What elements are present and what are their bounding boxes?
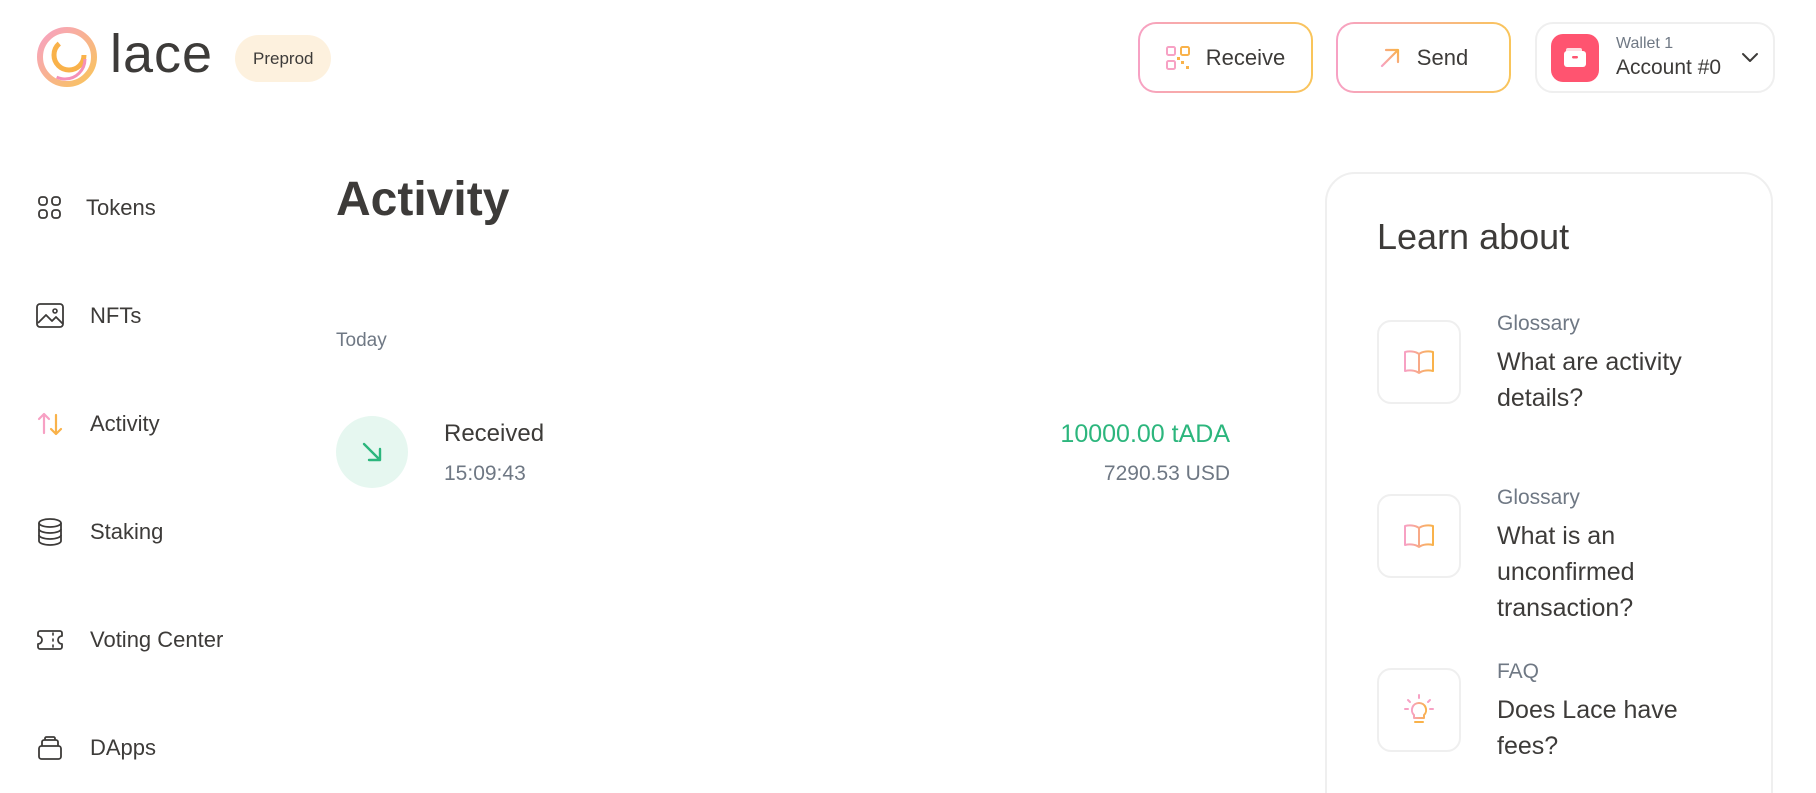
sidebar-item-label: Tokens <box>86 195 156 220</box>
transaction-time: 15:09:43 <box>444 462 526 485</box>
transaction-amount: 10000.00 tADA <box>1060 420 1230 448</box>
wallet-avatar <box>1551 33 1599 82</box>
sidebar-item-label: Staking <box>90 519 164 544</box>
transaction-row[interactable]: Received 15:09:43 10000.00 tADA 7290.53 … <box>336 416 1230 490</box>
learn-item-question: What is an unconfirmed transaction? <box>1497 522 1635 622</box>
learn-item-question: What are activity details? <box>1497 348 1682 412</box>
sidebar-item-activity[interactable]: Activity <box>36 404 160 444</box>
sidebar-item-label: Activity <box>90 411 160 436</box>
sidebar-item-nfts[interactable]: NFTs <box>36 296 141 336</box>
sidebar-item-dapps[interactable]: DApps <box>36 728 156 768</box>
ticket-icon <box>36 626 64 654</box>
receive-label: Receive <box>1205 44 1286 70</box>
wallet-selector[interactable]: Wallet 1 Account #0 <box>1535 22 1775 93</box>
database-icon <box>36 518 64 546</box>
learn-item-category: FAQ <box>1497 660 1540 683</box>
page-title: Activity <box>336 173 510 226</box>
lace-logo-icon <box>37 27 97 87</box>
sidebar-item-voting-center[interactable]: Voting Center <box>36 620 223 660</box>
wallet-icon <box>1564 47 1586 67</box>
sidebar-item-label: DApps <box>90 735 157 760</box>
chevron-down-icon[interactable] <box>1741 50 1759 64</box>
header: lace Preprod Receive Send Wallet 1 Accou… <box>0 0 1816 120</box>
app-name: lace <box>110 24 214 84</box>
lightbulb-icon <box>1377 668 1461 752</box>
book-icon <box>1377 320 1461 404</box>
stack-icon <box>36 734 64 762</box>
learn-item-category: Glossary <box>1497 486 1580 509</box>
sidebar-item-tokens[interactable]: Tokens <box>36 188 156 228</box>
date-group-label: Today <box>336 330 387 351</box>
sidebar-item-label: NFTs <box>90 303 142 328</box>
transaction-fiat-value: 7290.53 USD <box>1103 462 1230 485</box>
sidebar-item-staking[interactable]: Staking <box>36 512 163 552</box>
book-icon <box>1377 494 1461 578</box>
sidebar-item-label: Voting Center <box>90 627 224 652</box>
qr-code-icon <box>1165 45 1190 70</box>
receive-button[interactable]: Receive <box>1138 22 1313 93</box>
learn-item-category: Glossary <box>1497 312 1580 335</box>
send-button[interactable]: Send <box>1336 22 1511 93</box>
network-badge: Preprod <box>235 35 332 82</box>
image-icon <box>36 302 64 330</box>
received-icon <box>336 416 408 488</box>
wallet-account: Account #0 <box>1616 56 1722 79</box>
lace-logo[interactable]: lace <box>36 26 213 88</box>
transaction-type: Received <box>444 420 545 447</box>
learn-about-title: Learn about <box>1377 216 1570 257</box>
learn-item-question: Does Lace have fees? <box>1497 696 1678 760</box>
wallet-name: Wallet 1 <box>1616 35 1674 52</box>
arrow-up-right-icon <box>1380 48 1399 67</box>
send-label: Send <box>1416 44 1469 70</box>
grid-icon <box>36 194 64 222</box>
arrows-up-down-icon <box>36 410 64 438</box>
learn-about-panel: Learn about Glossary What are activity d… <box>1325 172 1773 793</box>
